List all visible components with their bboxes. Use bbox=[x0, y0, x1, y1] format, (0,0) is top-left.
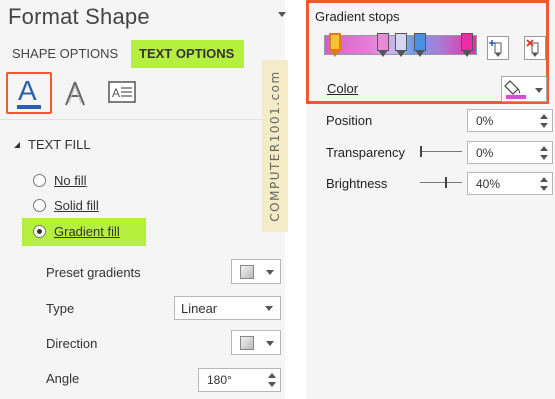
color-label-text: Color bbox=[327, 81, 359, 96]
svg-text:A: A bbox=[112, 86, 120, 100]
transparency-label: Transparency bbox=[326, 145, 405, 160]
transparency-stepper[interactable]: 0% bbox=[467, 141, 553, 164]
paint-bucket-icon bbox=[504, 80, 526, 99]
position-label: Position bbox=[326, 113, 373, 128]
gradient-stop[interactable] bbox=[377, 33, 389, 59]
brightness-slider[interactable] bbox=[420, 177, 462, 189]
gradient-stop[interactable] bbox=[461, 33, 473, 59]
gradient-stop[interactable] bbox=[329, 33, 341, 59]
preset-gradients-label: Preset gradients bbox=[46, 265, 141, 280]
spin-arrows[interactable] bbox=[539, 112, 549, 130]
divider bbox=[0, 119, 262, 120]
brightness-label: Brightness bbox=[326, 176, 388, 191]
spin-up-icon[interactable] bbox=[540, 146, 548, 151]
gradient-stop[interactable] bbox=[414, 33, 426, 59]
spin-up-icon[interactable] bbox=[540, 114, 548, 119]
stop-swatch bbox=[461, 33, 473, 51]
remove-stop-icon bbox=[526, 39, 539, 57]
stop-pointer-icon bbox=[330, 50, 340, 57]
stop-pointer-icon bbox=[396, 50, 406, 57]
slider-track bbox=[420, 182, 462, 183]
spin-down-icon[interactable] bbox=[268, 382, 276, 387]
position-stepper[interactable]: 0% bbox=[467, 109, 553, 132]
radio-button[interactable] bbox=[33, 199, 46, 212]
spin-arrows[interactable] bbox=[267, 371, 277, 389]
stop-swatch bbox=[395, 33, 407, 51]
direction-swatch-icon bbox=[240, 336, 254, 350]
tab-shape-options[interactable]: SHAPE OPTIONS bbox=[12, 46, 118, 61]
gradient-stop[interactable] bbox=[395, 33, 407, 59]
format-shape-pane: Format Shape SHAPE OPTIONS TEXT OPTIONS … bbox=[0, 0, 286, 399]
watermark-text: COMPUTER1001.com bbox=[268, 70, 282, 222]
watermark: COMPUTER1001.com bbox=[262, 60, 288, 232]
spin-up-icon[interactable] bbox=[268, 373, 276, 378]
angle-value: 180° bbox=[207, 373, 232, 387]
add-stop-icon bbox=[489, 40, 502, 57]
pane-options-dropdown[interactable] bbox=[222, 8, 286, 26]
stop-swatch bbox=[329, 33, 341, 51]
spin-arrows[interactable] bbox=[539, 175, 549, 193]
type-label: Type bbox=[46, 301, 75, 316]
gradient-stops-box: Gradient stops Color bbox=[306, 0, 549, 104]
radio-label: Solid fill bbox=[54, 198, 99, 213]
remove-gradient-stop-button[interactable] bbox=[524, 36, 546, 60]
radio-label: Gradient fill bbox=[54, 224, 120, 239]
slider-track bbox=[420, 151, 462, 152]
chevron-down-icon[interactable] bbox=[278, 12, 286, 17]
transparency-slider[interactable] bbox=[420, 146, 462, 158]
slider-thumb[interactable] bbox=[420, 146, 422, 157]
preset-gradients-button[interactable] bbox=[231, 259, 281, 284]
tab-text-options[interactable]: TEXT OPTIONS bbox=[131, 40, 244, 68]
chevron-down-icon bbox=[266, 270, 274, 275]
text-fill-outline-button[interactable]: A bbox=[6, 72, 52, 114]
text-fill-underline-bar bbox=[17, 105, 41, 109]
gradient-settings-pane: Gradient stops Color Position 0% Transpa… bbox=[306, 0, 555, 399]
text-effects-icon[interactable] bbox=[64, 80, 86, 108]
stop-swatch bbox=[414, 33, 426, 51]
chevron-down-icon bbox=[266, 341, 274, 346]
pane-title: Format Shape bbox=[8, 4, 150, 29]
collapse-triangle-icon bbox=[14, 142, 20, 148]
section-text-fill[interactable]: TEXT FILL bbox=[14, 137, 91, 152]
stop-pointer-icon bbox=[462, 50, 472, 57]
text-options-icon-row: A A bbox=[0, 72, 285, 118]
type-value: Linear bbox=[181, 301, 218, 316]
chevron-down-icon bbox=[265, 306, 273, 311]
spin-arrows[interactable] bbox=[539, 144, 549, 162]
stop-swatch bbox=[377, 33, 389, 51]
brightness-value: 40% bbox=[476, 177, 501, 191]
add-gradient-stop-button[interactable] bbox=[487, 36, 509, 60]
color-picker-button[interactable] bbox=[501, 76, 547, 102]
direction-label: Direction bbox=[46, 336, 98, 351]
radio-button[interactable] bbox=[33, 174, 46, 187]
section-title: TEXT FILL bbox=[28, 137, 91, 152]
text-fill-outline-icon: A bbox=[18, 75, 37, 106]
radio-button-checked[interactable] bbox=[33, 225, 46, 238]
gradient-swatch-icon bbox=[240, 265, 254, 279]
textbox-layout-icon[interactable]: A bbox=[108, 81, 136, 103]
slider-thumb[interactable] bbox=[445, 177, 447, 188]
stop-pointer-icon bbox=[378, 50, 388, 57]
angle-stepper[interactable]: 180° bbox=[198, 368, 281, 392]
stop-pointer-icon bbox=[415, 50, 425, 57]
direction-button[interactable] bbox=[231, 330, 281, 355]
spin-down-icon[interactable] bbox=[540, 155, 548, 160]
transparency-value: 0% bbox=[476, 146, 494, 160]
spin-up-icon[interactable] bbox=[540, 177, 548, 182]
position-value: 0% bbox=[476, 114, 494, 128]
angle-label: Angle bbox=[46, 371, 80, 386]
type-select[interactable]: Linear bbox=[174, 296, 281, 320]
radio-label: No fill bbox=[54, 173, 87, 188]
chevron-down-icon bbox=[535, 88, 543, 93]
spin-down-icon[interactable] bbox=[540, 186, 548, 191]
brightness-stepper[interactable]: 40% bbox=[467, 172, 553, 195]
gradient-stops-title: Gradient stops bbox=[315, 9, 400, 24]
color-label: Color bbox=[327, 81, 358, 96]
spin-down-icon[interactable] bbox=[540, 123, 548, 128]
